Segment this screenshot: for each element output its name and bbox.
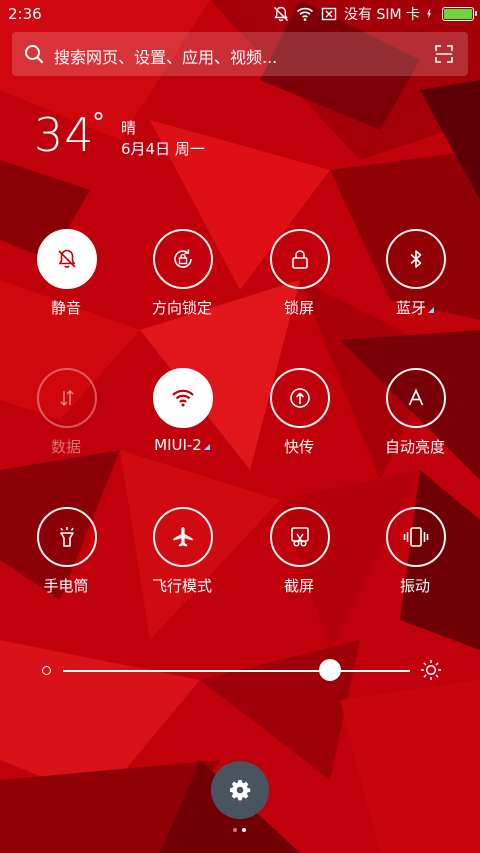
toggle-flashlight-button[interactable] bbox=[37, 507, 97, 567]
toggle-airplane-mode-button[interactable] bbox=[153, 507, 213, 567]
toggle-label: 快传 bbox=[283, 438, 314, 456]
carrier-text: 没有 SIM 卡 bbox=[344, 7, 420, 23]
toggle-auto-brightness-button[interactable] bbox=[386, 368, 446, 428]
status-icons: 没有 SIM 卡 bbox=[272, 4, 477, 24]
wifi-icon bbox=[172, 389, 194, 407]
brightness-thumb[interactable] bbox=[319, 659, 342, 681]
brightness-high-icon bbox=[421, 660, 441, 680]
charging-icon bbox=[427, 9, 431, 19]
status-bar: 2:36 没有 SIM 卡 bbox=[0, 0, 480, 28]
search-bar[interactable]: 搜索网页、设置、应用、视频... bbox=[12, 32, 468, 76]
toggle-screenshot[interactable]: 截屏 bbox=[249, 507, 349, 607]
quick-transfer-icon bbox=[290, 388, 310, 408]
status-time: 2:36 bbox=[8, 5, 42, 23]
rotation-lock-icon bbox=[174, 249, 192, 268]
weather-condition: 晴 bbox=[121, 119, 137, 137]
wifi-icon bbox=[296, 7, 314, 21]
toggle-silent-button[interactable] bbox=[37, 229, 97, 289]
toggle-label: 方向锁定 bbox=[151, 299, 212, 317]
toggle-label: 自动亮度 bbox=[384, 438, 445, 456]
detail-indicator-icon bbox=[203, 444, 210, 450]
weather-temperature: 34 bbox=[34, 108, 95, 162]
toggle-label-text: MIUI-2 bbox=[154, 436, 202, 454]
toggle-bluetooth[interactable]: 蓝牙 bbox=[365, 229, 465, 329]
weather-date: 6月4日 周一 bbox=[121, 140, 205, 158]
gear-icon bbox=[230, 780, 251, 801]
lock-icon bbox=[292, 250, 308, 269]
toggle-label: MIUI-2 bbox=[132, 436, 232, 454]
brightness-track[interactable] bbox=[63, 670, 410, 672]
toggle-label: 蓝牙 bbox=[365, 297, 465, 318]
toggle-label: 静音 bbox=[50, 299, 81, 317]
toggle-quick-transfer-button[interactable] bbox=[270, 368, 330, 428]
weather-degree: ° bbox=[92, 108, 105, 138]
toggle-wifi[interactable]: MIUI-2 bbox=[132, 368, 232, 468]
toggle-label: 锁屏 bbox=[283, 299, 314, 317]
toggle-airplane-mode[interactable]: 飞行模式 bbox=[132, 507, 232, 607]
mobile-data-icon bbox=[60, 389, 74, 407]
toggle-mobile-data-button[interactable] bbox=[37, 368, 97, 428]
brightness-slider[interactable] bbox=[36, 656, 446, 686]
search-icon bbox=[25, 45, 44, 64]
toggle-vibrate-button[interactable] bbox=[386, 507, 446, 567]
settings-button[interactable] bbox=[211, 761, 269, 819]
bell-off-icon bbox=[58, 249, 76, 268]
toggle-wifi-button[interactable] bbox=[153, 368, 213, 428]
toggle-vibrate[interactable]: 振动 bbox=[365, 507, 465, 607]
scan-icon[interactable] bbox=[434, 44, 454, 64]
search-input[interactable]: 搜索网页、设置、应用、视频... bbox=[54, 44, 277, 68]
toggle-label: 手电筒 bbox=[43, 577, 89, 595]
toggle-label: 振动 bbox=[399, 577, 430, 595]
page-dot-active bbox=[242, 828, 246, 832]
detail-indicator-icon bbox=[428, 307, 434, 313]
toggle-label-text: 蓝牙 bbox=[395, 299, 426, 317]
toggle-lock-screen-button[interactable] bbox=[270, 229, 330, 289]
page-dot bbox=[233, 828, 237, 832]
toggle-mobile-data[interactable]: 数据 bbox=[16, 368, 116, 468]
airplane-icon bbox=[173, 527, 193, 547]
screenshot-icon bbox=[291, 527, 309, 547]
toggle-quick-transfer[interactable]: 快传 bbox=[249, 368, 349, 468]
toggle-bluetooth-button[interactable] bbox=[386, 229, 446, 289]
brightness-low-icon bbox=[42, 666, 51, 675]
toggle-label: 数据 bbox=[50, 438, 81, 456]
toggle-silent[interactable]: 静音 bbox=[16, 229, 116, 329]
flashlight-icon bbox=[60, 527, 74, 547]
bluetooth-icon bbox=[410, 250, 422, 268]
battery-icon bbox=[442, 7, 477, 21]
bell-off-icon bbox=[274, 6, 288, 22]
page-indicator bbox=[230, 826, 250, 834]
toggle-screenshot-button[interactable] bbox=[270, 507, 330, 567]
toggle-lock-screen[interactable]: 锁屏 bbox=[249, 229, 349, 329]
vibrate-icon bbox=[403, 527, 429, 547]
toggle-label: 飞行模式 bbox=[151, 577, 212, 595]
toggle-auto-brightness[interactable]: 自动亮度 bbox=[365, 368, 465, 468]
toggle-label: 截屏 bbox=[283, 577, 314, 595]
sim-x-icon bbox=[321, 7, 337, 21]
toggle-flashlight[interactable]: 手电筒 bbox=[16, 507, 116, 607]
toggle-rotation-lock[interactable]: 方向锁定 bbox=[132, 229, 232, 329]
toggle-rotation-lock-button[interactable] bbox=[153, 229, 213, 289]
auto-brightness-icon bbox=[408, 388, 424, 406]
